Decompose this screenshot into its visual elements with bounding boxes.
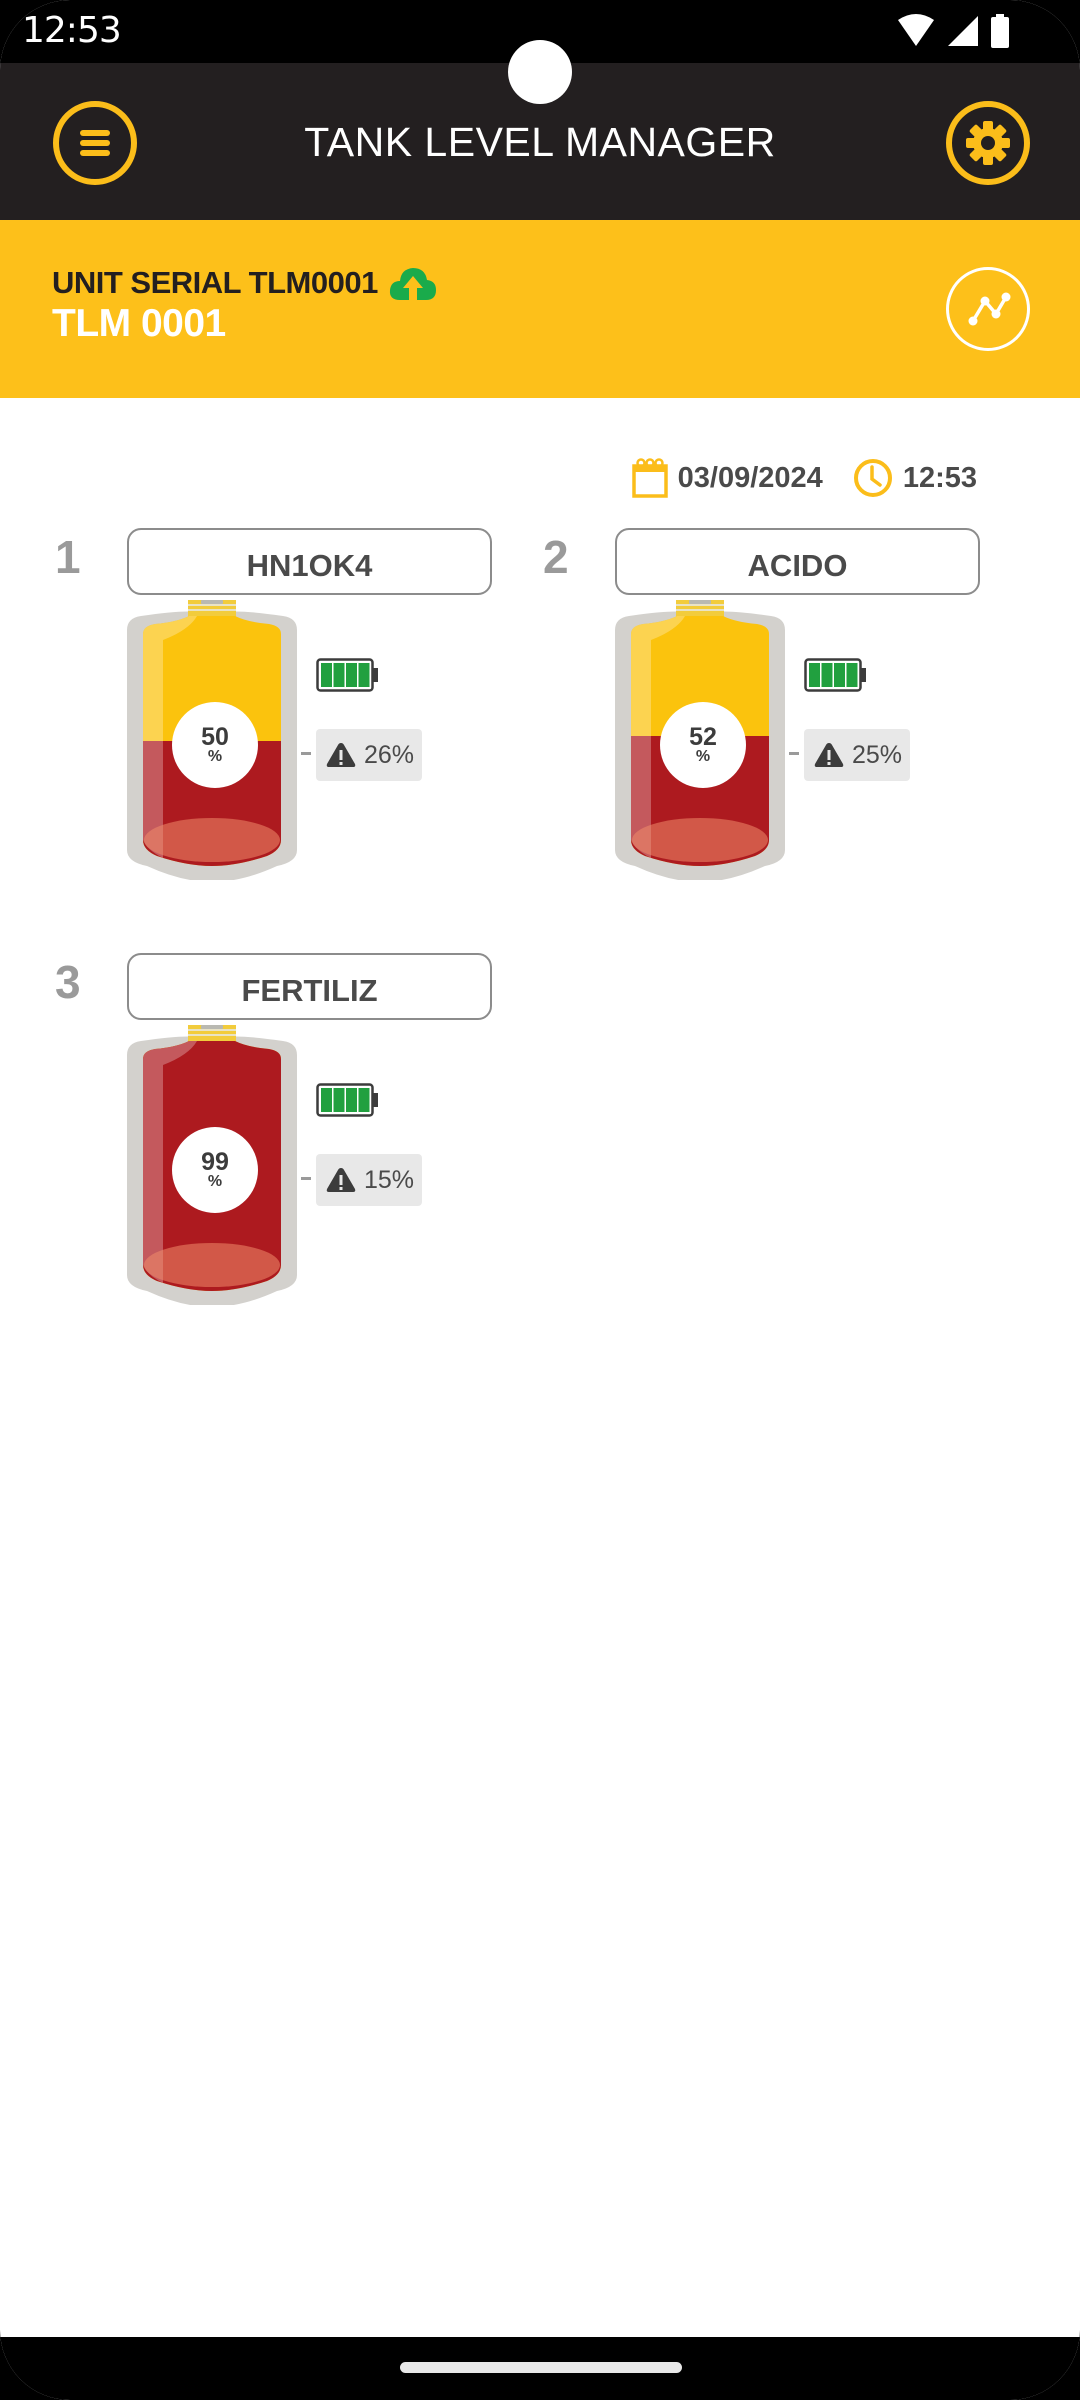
battery-icon [991,14,1009,48]
chart-line-icon [968,292,1011,326]
alarm-threshold-badge[interactable]: 26% [316,729,422,781]
alarm-threshold-value: 26% [364,740,415,769]
tank-card-3[interactable]: 3 FERTILIZ 99 % 15% [55,945,535,1345]
tank-name-button[interactable]: ACIDO [615,528,980,595]
tank-index: 2 [543,531,569,583]
alarm-connector [301,752,311,755]
unit-header: UNIT SERIAL TLM0001 TLM 0001 [0,220,1080,398]
status-time: 12:53 [22,10,122,51]
tank-index: 1 [55,531,81,583]
tank-level-unit: % [695,748,711,765]
battery-bar [333,1088,345,1112]
tank-level-unit: % [207,748,223,765]
unit-serial: UNIT SERIAL TLM0001 [52,265,378,300]
warning-icon [326,743,356,767]
alarm-threshold-badge[interactable]: 25% [804,729,910,781]
tank-name: HN1OK4 [246,547,373,583]
alarm-threshold-value: 25% [852,740,903,769]
tank-level-value: 52 [689,723,717,751]
tank-level-indicator: 50 % [172,702,258,788]
wifi-icon [898,14,934,46]
alarm-threshold-badge[interactable]: 15% [316,1154,422,1206]
camera-cutout [508,40,572,104]
warning-icon [326,1168,356,1192]
settings-button[interactable] [946,101,1030,185]
battery-bar [346,1088,357,1112]
battery-bar [809,663,820,687]
calendar-icon [631,458,668,498]
tank-name-button[interactable]: FERTILIZ [127,953,492,1020]
alarm-connector [301,1177,311,1180]
app-title: TANK LEVEL MANAGER [304,119,776,165]
tank-level-value: 99 [201,1148,229,1176]
battery-level-icon [804,658,866,692]
tank-name: ACIDO [747,547,848,583]
warning-icon [814,743,844,767]
current-date: 03/09/2024 [677,461,823,494]
battery-bar [321,1088,332,1112]
cloud-upload-icon [389,268,436,300]
tank-name: FERTILIZ [241,972,378,1008]
screen: 12:53 TANK LEVEL MANAGER UNIT SERIAL TLM… [0,0,1080,2400]
alarm-threshold-value: 15% [364,1165,415,1194]
tank-level-indicator: 52 % [660,702,746,788]
alarm-connector [789,752,799,755]
tank-level-indicator: 99 % [172,1127,258,1213]
tank-index: 3 [55,956,81,1008]
current-time: 12:53 [902,461,977,494]
tank-card-1[interactable]: 1 HN1OK4 50 % 26% [55,520,535,920]
cellular-signal-icon [948,16,978,46]
status-icons [896,14,1010,48]
tank-level-unit: % [207,1173,223,1190]
battery-bar [846,663,858,687]
chart-button[interactable] [946,267,1030,351]
datetime-row: 03/09/2024 12:53 [631,458,977,498]
tank-name-button[interactable]: HN1OK4 [127,528,492,595]
home-gesture-handle[interactable] [400,2362,682,2373]
unit-name: TLM 0001 [52,302,226,345]
battery-bar [821,663,833,687]
battery-bar [321,663,332,687]
battery-bar [358,663,370,687]
battery-level-icon [316,1083,378,1117]
clock-icon [853,459,892,497]
battery-bar [834,663,845,687]
battery-bar [346,663,357,687]
unit-serial-row: UNIT SERIAL TLM0001 [52,264,438,302]
tank-card-2[interactable]: 2 ACIDO 52 % 25% [543,520,1023,920]
navigation-bar [0,2337,1080,2400]
battery-level-icon [316,658,378,692]
battery-bar [358,1088,370,1112]
tank-level-value: 50 [201,723,229,751]
battery-bar [333,663,345,687]
gear-icon [966,121,1010,165]
